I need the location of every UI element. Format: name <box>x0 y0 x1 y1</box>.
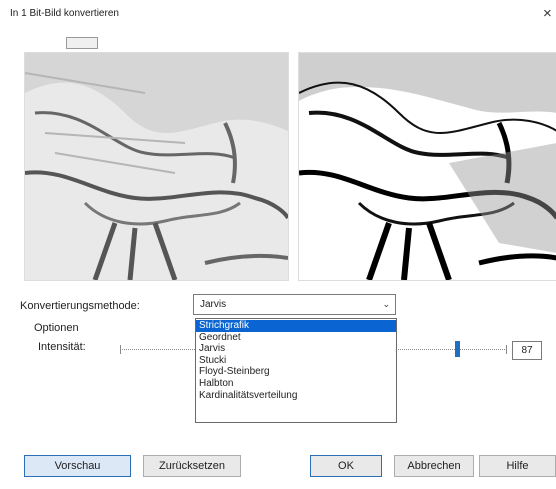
preview-split-handle[interactable] <box>66 37 98 49</box>
method-label: Konvertierungsmethode: <box>20 300 140 312</box>
reset-button[interactable]: Zurücksetzen <box>143 455 241 477</box>
convert-1bit-dialog: In 1 Bit-Bild konvertieren × Konvertieru… <box>0 0 556 489</box>
method-select[interactable]: Jarvis ⌄ <box>193 294 396 315</box>
original-preview-image <box>25 53 288 280</box>
dropdown-option-floyd-steinberg[interactable]: Floyd-Steinberg <box>196 366 396 378</box>
options-group-label: Optionen <box>34 322 79 334</box>
converted-preview-image <box>299 53 556 280</box>
slider-tick <box>506 345 507 354</box>
dropdown-option-jarvis[interactable]: Jarvis <box>196 343 396 355</box>
chevron-down-icon: ⌄ <box>382 299 390 309</box>
original-preview <box>24 52 289 281</box>
dialog-title: In 1 Bit-Bild konvertieren <box>10 8 119 19</box>
method-selected-value: Jarvis <box>200 299 227 310</box>
ok-button[interactable]: OK <box>310 455 382 477</box>
dropdown-option-strichgrafik[interactable]: Strichgrafik <box>196 320 396 332</box>
dropdown-option-kardinalitaetsverteilung[interactable]: Kardinalitätsverteilung <box>196 390 396 402</box>
dropdown-option-halbton[interactable]: Halbton <box>196 378 396 390</box>
dropdown-option-geordnet[interactable]: Geordnet <box>196 332 396 344</box>
help-button[interactable]: Hilfe <box>479 455 556 477</box>
slider-tick <box>120 345 121 354</box>
intensity-slider-thumb[interactable] <box>455 341 460 357</box>
dropdown-option-stucki[interactable]: Stucki <box>196 355 396 367</box>
converted-preview <box>298 52 556 281</box>
preview-button[interactable]: Vorschau <box>24 455 131 477</box>
intensity-label: Intensität: <box>38 341 86 353</box>
method-dropdown-list: Strichgrafik Geordnet Jarvis Stucki Floy… <box>195 318 397 423</box>
cancel-button[interactable]: Abbrechen <box>394 455 474 477</box>
close-icon[interactable]: × <box>543 5 552 22</box>
intensity-value-field[interactable]: 87 <box>512 341 542 360</box>
